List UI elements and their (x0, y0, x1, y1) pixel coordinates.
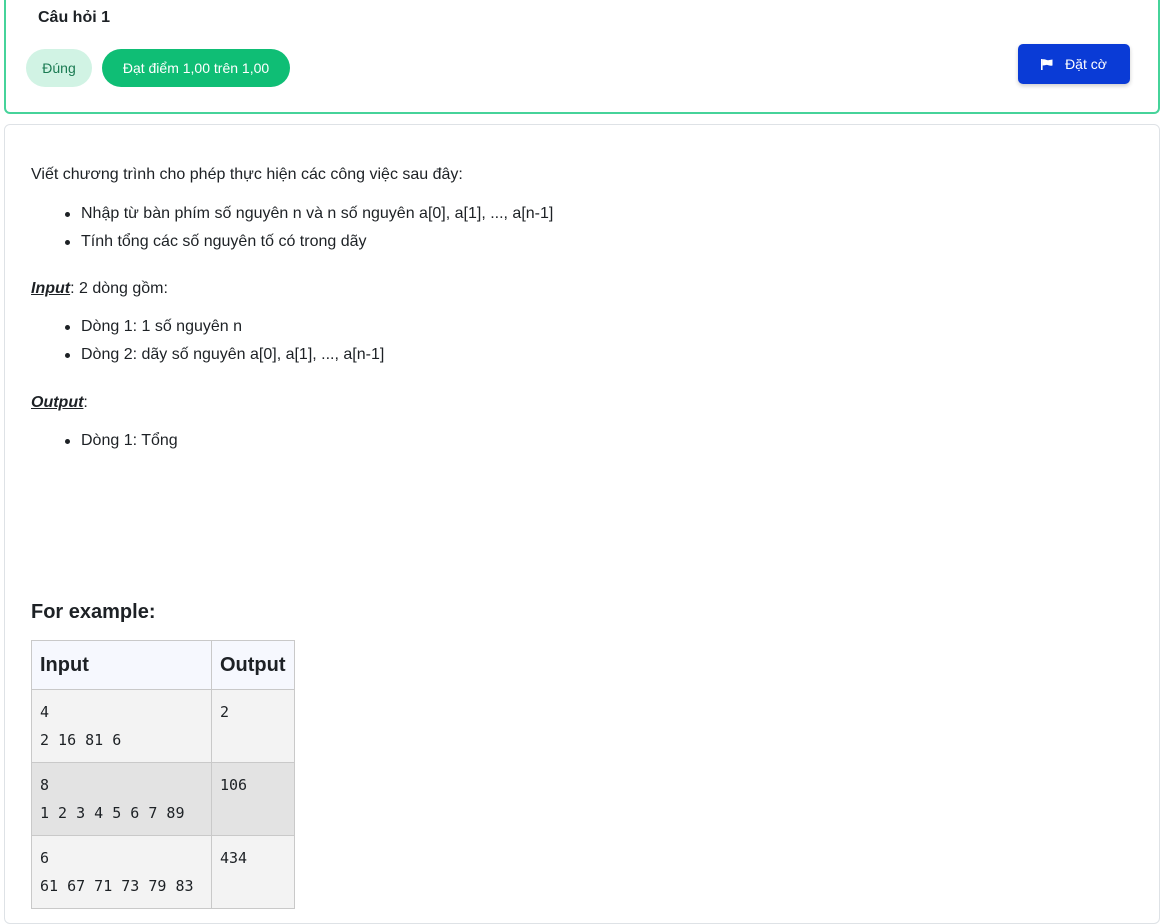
list-item: Dòng 1: 1 số nguyên n (64, 313, 384, 341)
list-item: Dòng 2: dãy số nguyên a[0], a[1], ..., a… (64, 341, 384, 369)
output-description: : (83, 394, 88, 411)
example-output-cell: 106 (211, 762, 295, 836)
input-keyword: Input (31, 280, 71, 297)
example-output-cell: 2 (211, 689, 295, 763)
column-header-input: Input (31, 640, 212, 690)
input-description: : 2 dòng gồm: (70, 280, 168, 297)
list-item: Dòng 1: Tổng (65, 427, 178, 455)
input-list: Dòng 1: 1 số nguyên n Dòng 2: dãy số ngu… (31, 313, 384, 369)
example-input-cell: 4 2 16 81 6 (31, 689, 212, 763)
output-list: Dòng 1: Tổng (31, 427, 178, 455)
question-title: Câu hỏi 1 (38, 9, 111, 26)
example-heading: For example: (31, 601, 156, 623)
question-content: Viết chương trình cho phép thực hiện các… (4, 124, 1160, 924)
output-keyword: Output (31, 394, 84, 411)
table-row: 6 61 67 71 73 79 83 434 (31, 835, 295, 909)
example-input-cell: 6 61 67 71 73 79 83 (31, 835, 212, 909)
output-section-label: Output: (31, 394, 88, 412)
list-item: Tính tổng các số nguyên tố có trong dãy (64, 228, 553, 256)
question-intro: Viết chương trình cho phép thực hiện các… (31, 166, 463, 183)
status-badge: Đúng (26, 49, 92, 87)
table-row: 4 2 16 81 6 2 (31, 689, 295, 763)
question-info-card: Câu hỏi 1 Đúng Đạt điểm 1,00 trên 1,00 Đ… (4, 0, 1160, 114)
example-table: Input Output 4 2 16 81 6 2 8 1 2 3 4 5 6… (31, 640, 295, 909)
flag-question-button[interactable]: Đặt cờ (1018, 44, 1130, 84)
column-header-output: Output (211, 640, 295, 690)
example-output-cell: 434 (211, 835, 295, 909)
input-section-label: Input: 2 dòng gồm: (31, 280, 168, 298)
grade-badge: Đạt điểm 1,00 trên 1,00 (102, 49, 290, 87)
flag-icon (1041, 58, 1053, 70)
example-input-cell: 8 1 2 3 4 5 6 7 89 (31, 762, 212, 836)
flag-button-label: Đặt cờ (1065, 56, 1107, 72)
table-row: 8 1 2 3 4 5 6 7 89 106 (31, 762, 295, 836)
task-list: Nhập từ bàn phím số nguyên n và n số ngu… (31, 200, 553, 256)
list-item: Nhập từ bàn phím số nguyên n và n số ngu… (64, 200, 553, 228)
